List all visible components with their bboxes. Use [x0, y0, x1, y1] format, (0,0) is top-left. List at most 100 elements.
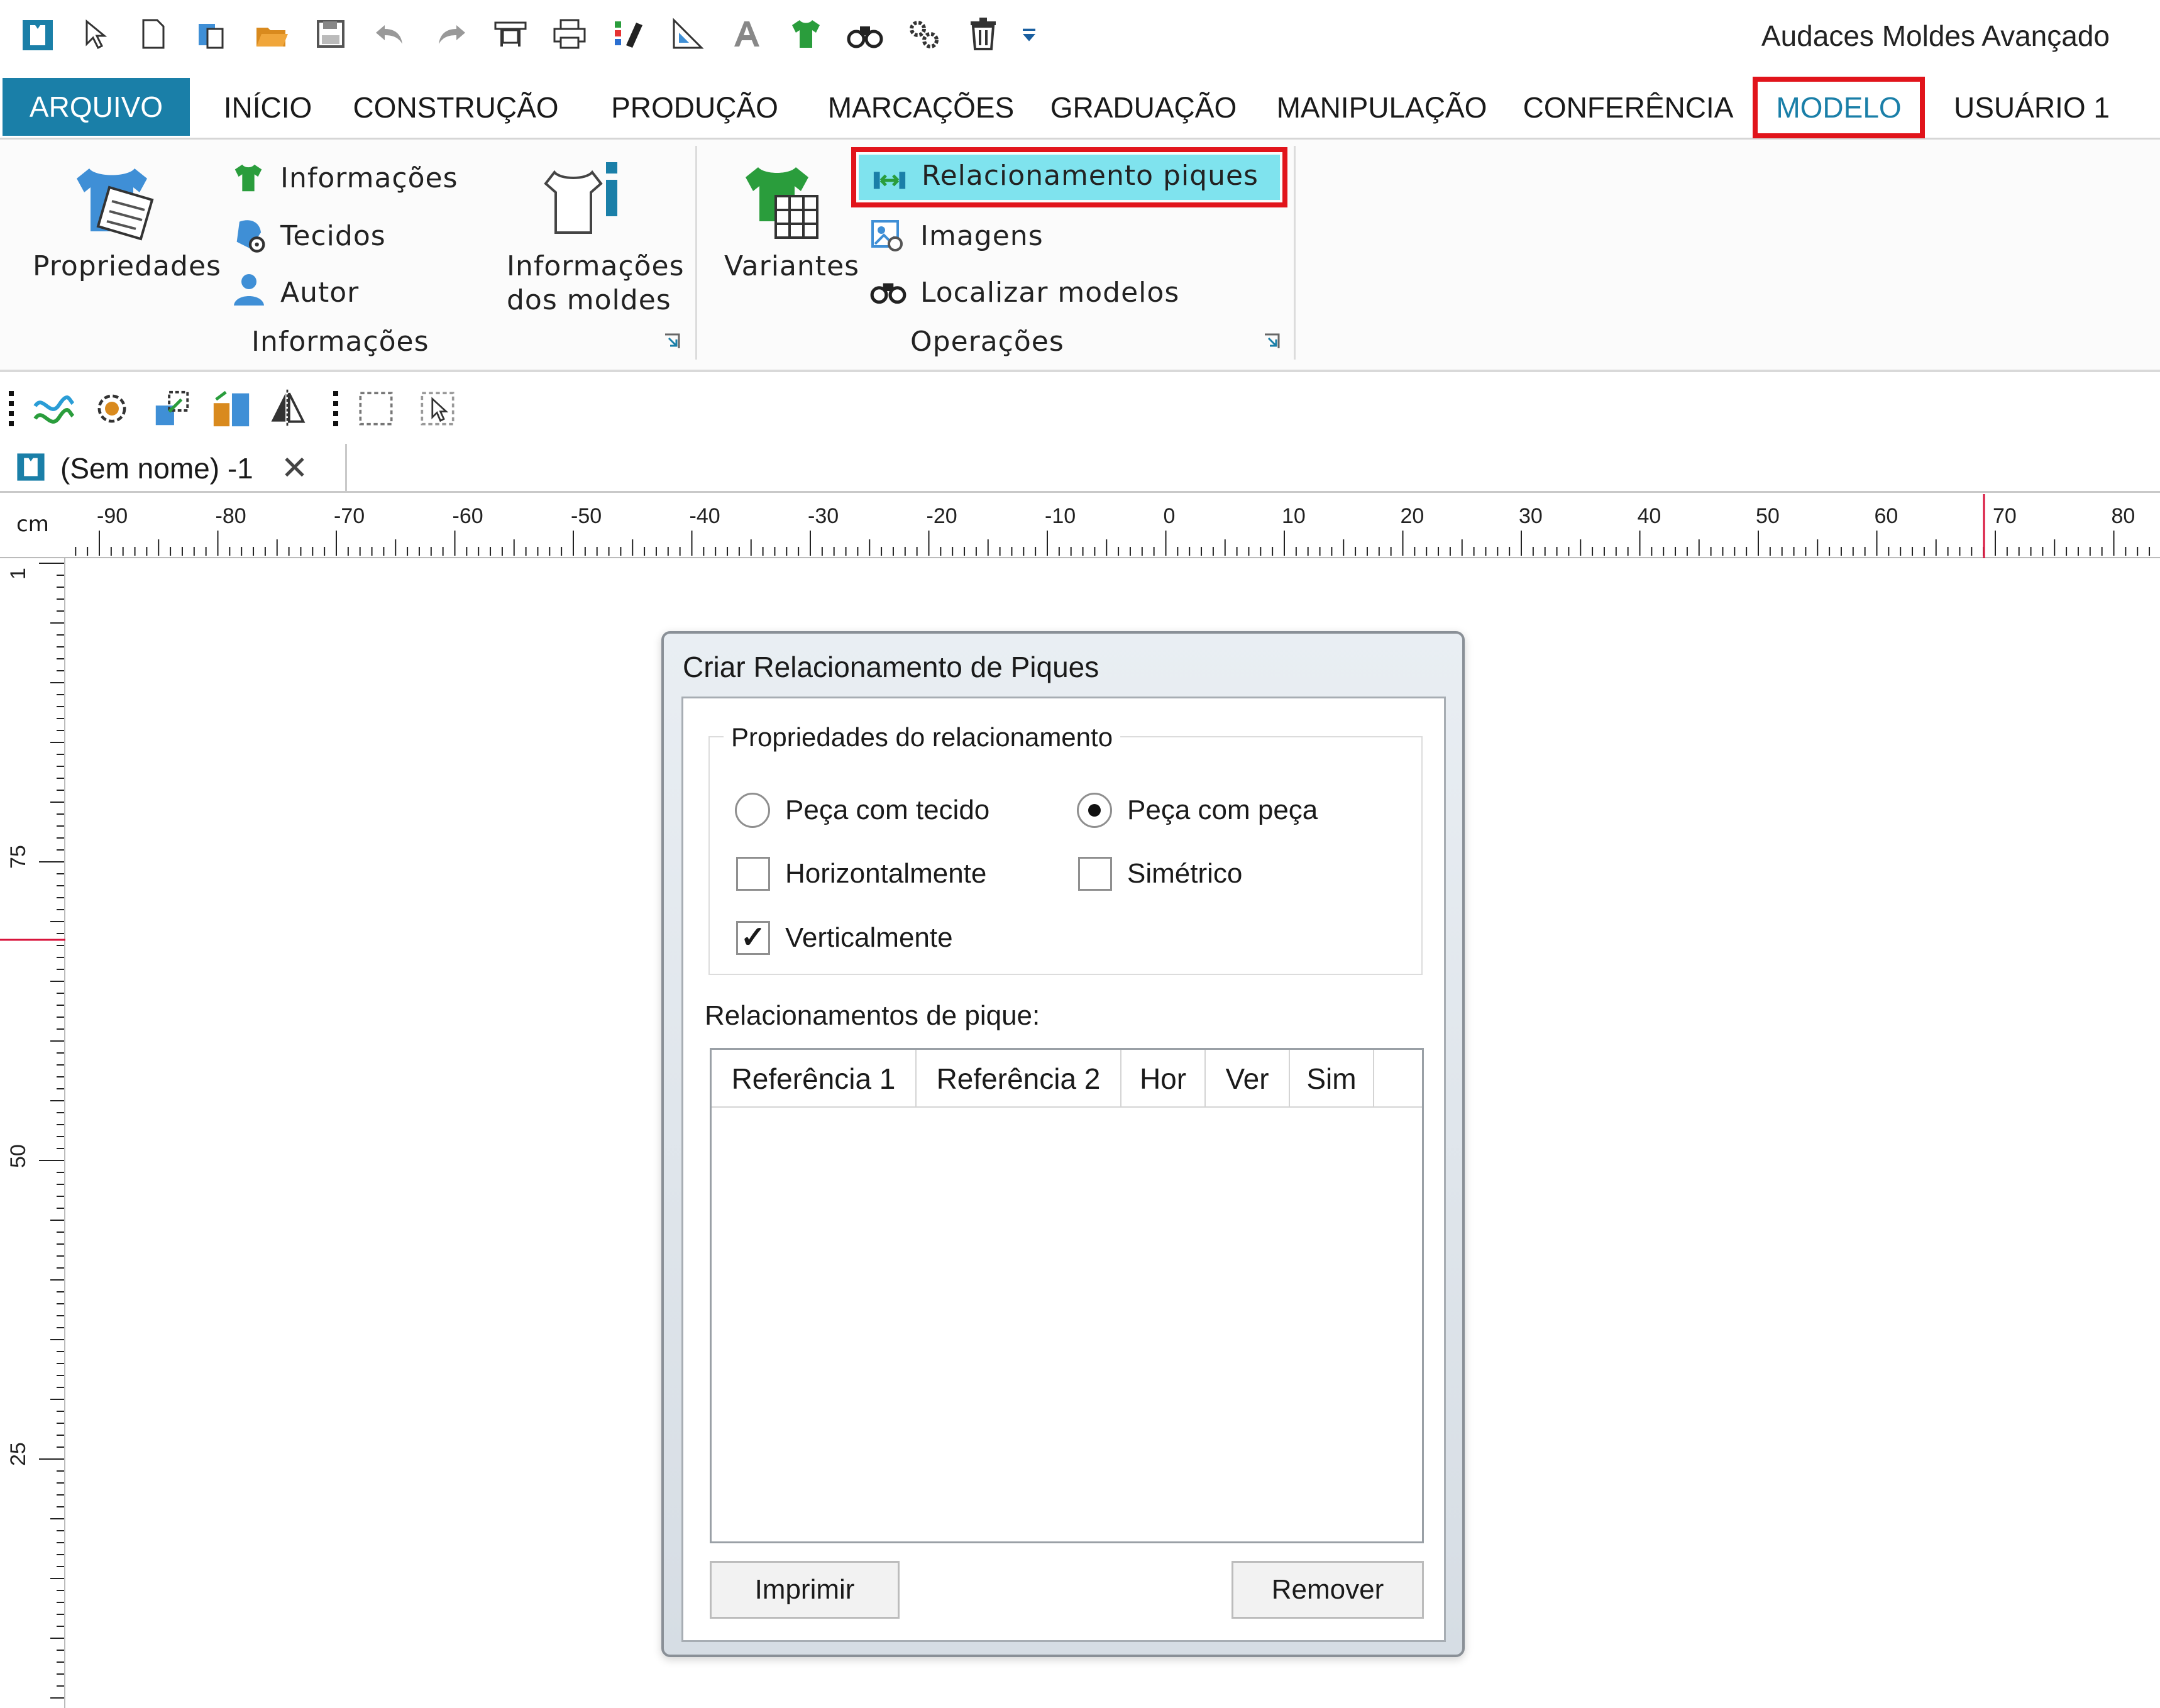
tecidos-button[interactable]: Tecidos — [280, 220, 386, 252]
checkbox-vertical[interactable]: ✓ Verticalmente — [736, 921, 953, 955]
font-icon[interactable] — [724, 11, 769, 57]
move-piece-icon[interactable] — [151, 387, 194, 433]
tab-conferencia[interactable]: CONFERÊNCIA — [1515, 79, 1741, 136]
horizontal-ruler: cm -90 -80 -70 -60 -50 -40 -30 -20 -10 0 10 20 30 40 5… — [0, 493, 2160, 558]
relacionamentos-list[interactable]: Referência 1 Referência 2 Hor Ver Sim — [710, 1048, 1424, 1543]
new-file-icon[interactable] — [131, 11, 176, 57]
checkbox-vertical-label: Verticalmente — [785, 922, 953, 953]
relacionamento-piques-highlight: Relacionamento piques — [851, 147, 1287, 207]
criar-relacionamento-dialog: Criar Relacionamento de Piques Proprieda… — [661, 631, 1465, 1657]
author-icon[interactable] — [230, 270, 268, 311]
ruler-square-icon[interactable] — [665, 11, 710, 57]
rotate-tool-icon[interactable] — [92, 388, 132, 431]
group-separator — [1294, 146, 1296, 360]
checkbox-horizontal-box[interactable] — [736, 857, 770, 891]
ruler-label: 75 — [6, 845, 30, 869]
ruler-label: 1 — [6, 568, 30, 580]
ruler-label: 10 — [1282, 504, 1306, 528]
fabric-icon[interactable] — [230, 215, 270, 258]
binoculars-find-icon[interactable] — [869, 272, 908, 313]
ruler-label: -40 — [690, 504, 720, 528]
trash-icon[interactable] — [961, 11, 1006, 57]
tab-marcacoes[interactable]: MARCAÇÕES — [811, 79, 1031, 136]
app-logo-icon[interactable] — [15, 11, 60, 57]
notch-relation-icon — [871, 161, 908, 200]
document-tab[interactable]: (Sem nome) -1 ✕ — [14, 444, 347, 493]
remover-button[interactable]: Remover — [1232, 1561, 1424, 1619]
properties-label[interactable]: Propriedades — [33, 250, 221, 282]
close-icon[interactable]: ✕ — [281, 449, 309, 487]
print-icon[interactable] — [547, 11, 592, 57]
autor-button[interactable]: Autor — [280, 277, 359, 309]
group-label-informacoes: Informações — [251, 326, 429, 358]
group-label-operacoes: Operações — [910, 326, 1064, 358]
moldes-info-label-line2[interactable]: dos moldes — [507, 284, 671, 316]
settings-icon[interactable] — [901, 11, 947, 57]
ruler-label: 50 — [6, 1144, 30, 1168]
column-referencia-1[interactable]: Referência 1 — [712, 1050, 917, 1108]
imprimir-button[interactable]: Imprimir — [710, 1561, 900, 1619]
toolbar-grip[interactable] — [9, 391, 15, 431]
ruler-label: -60 — [453, 504, 483, 528]
tab-modelo[interactable]: MODELO — [1753, 77, 1925, 138]
tab-producao[interactable]: PRODUÇÃO — [591, 79, 798, 136]
quick-access-toolbar: Audaces Moldes Avançado — [0, 0, 2160, 69]
column-ver[interactable]: Ver — [1206, 1050, 1290, 1108]
ruler-label: -20 — [927, 504, 957, 528]
pointer-icon[interactable] — [72, 11, 117, 57]
dialog-launcher-icon[interactable] — [663, 332, 681, 351]
moldes-info-label-line1[interactable]: Informações — [507, 250, 684, 282]
ruler-label: 40 — [1638, 504, 1661, 528]
relacionamentos-list-label: Relacionamentos de pique: — [705, 1000, 1040, 1031]
variantes-label[interactable]: Variantes — [724, 250, 859, 282]
binoculars-icon[interactable] — [842, 11, 888, 57]
checkbox-simetrico-box[interactable] — [1078, 857, 1112, 891]
radio-peca-peca[interactable]: Peça com peça — [1077, 793, 1318, 828]
ruler-label: 80 — [2112, 504, 2135, 528]
checkbox-simetrico[interactable]: Simétrico — [1078, 857, 1242, 891]
properties-icon[interactable] — [70, 156, 165, 244]
open-folder-icon[interactable] — [249, 11, 294, 57]
radio-peca-tecido[interactable]: Peça com tecido — [735, 793, 989, 828]
drawing-toolstrip — [0, 375, 2160, 445]
imagens-button[interactable]: Imagens — [920, 220, 1044, 252]
undo-icon[interactable] — [368, 11, 414, 57]
align-piece-icon[interactable] — [210, 387, 253, 433]
tab-manipulacao[interactable]: MANIPULAÇÃO — [1269, 79, 1495, 136]
toolbar-grip[interactable] — [333, 391, 339, 431]
patterns-info-icon[interactable] — [542, 158, 636, 249]
ribbon-panel: Propriedades Informações Tecidos Autor I… — [0, 140, 2160, 372]
radio-peca-tecido-circle[interactable] — [735, 793, 770, 828]
dialog-title: Criar Relacionamento de Piques — [683, 651, 1099, 683]
tab-construcao[interactable]: CONSTRUÇÃO — [352, 79, 559, 136]
curve-tool-icon[interactable] — [31, 387, 75, 434]
dialog-launcher-icon[interactable] — [1262, 332, 1281, 351]
color-tools-icon[interactable] — [606, 11, 651, 57]
radio-peca-peca-circle[interactable] — [1077, 793, 1112, 828]
tab-arquivo[interactable]: ARQUIVO — [3, 78, 190, 136]
variants-icon[interactable] — [742, 158, 824, 249]
localizar-modelos-button[interactable]: Localizar modelos — [920, 277, 1179, 309]
tab-graduacao[interactable]: GRADUAÇÃO — [1040, 79, 1247, 136]
plotter-icon[interactable] — [488, 11, 533, 57]
ruler-label: 30 — [1519, 504, 1543, 528]
checkbox-horizontal[interactable]: Horizontalmente — [736, 857, 986, 891]
shirt-icon[interactable] — [783, 11, 829, 57]
mirror-tool-icon[interactable] — [267, 387, 308, 431]
save-icon[interactable] — [308, 11, 353, 57]
paste-icon[interactable] — [189, 11, 234, 57]
column-referencia-2[interactable]: Referência 2 — [917, 1050, 1121, 1108]
informacoes-button[interactable]: Informações — [280, 162, 458, 194]
column-hor[interactable]: Hor — [1121, 1050, 1206, 1108]
select-rectangle-icon[interactable] — [356, 388, 396, 431]
customize-dropdown-icon[interactable] — [1013, 11, 1045, 57]
tab-inicio[interactable]: INÍCIO — [205, 79, 331, 136]
column-sim[interactable]: Sim — [1290, 1050, 1374, 1108]
images-icon[interactable] — [869, 216, 906, 256]
shirt-info-icon[interactable] — [230, 160, 267, 199]
select-pointer-icon[interactable] — [417, 388, 458, 431]
tab-usuario[interactable]: USUÁRIO 1 — [1942, 79, 2121, 136]
vertical-ruler-ticks: 1 75 50 25 — [0, 563, 65, 1699]
redo-icon[interactable] — [427, 11, 473, 57]
checkbox-vertical-box[interactable]: ✓ — [736, 921, 770, 955]
